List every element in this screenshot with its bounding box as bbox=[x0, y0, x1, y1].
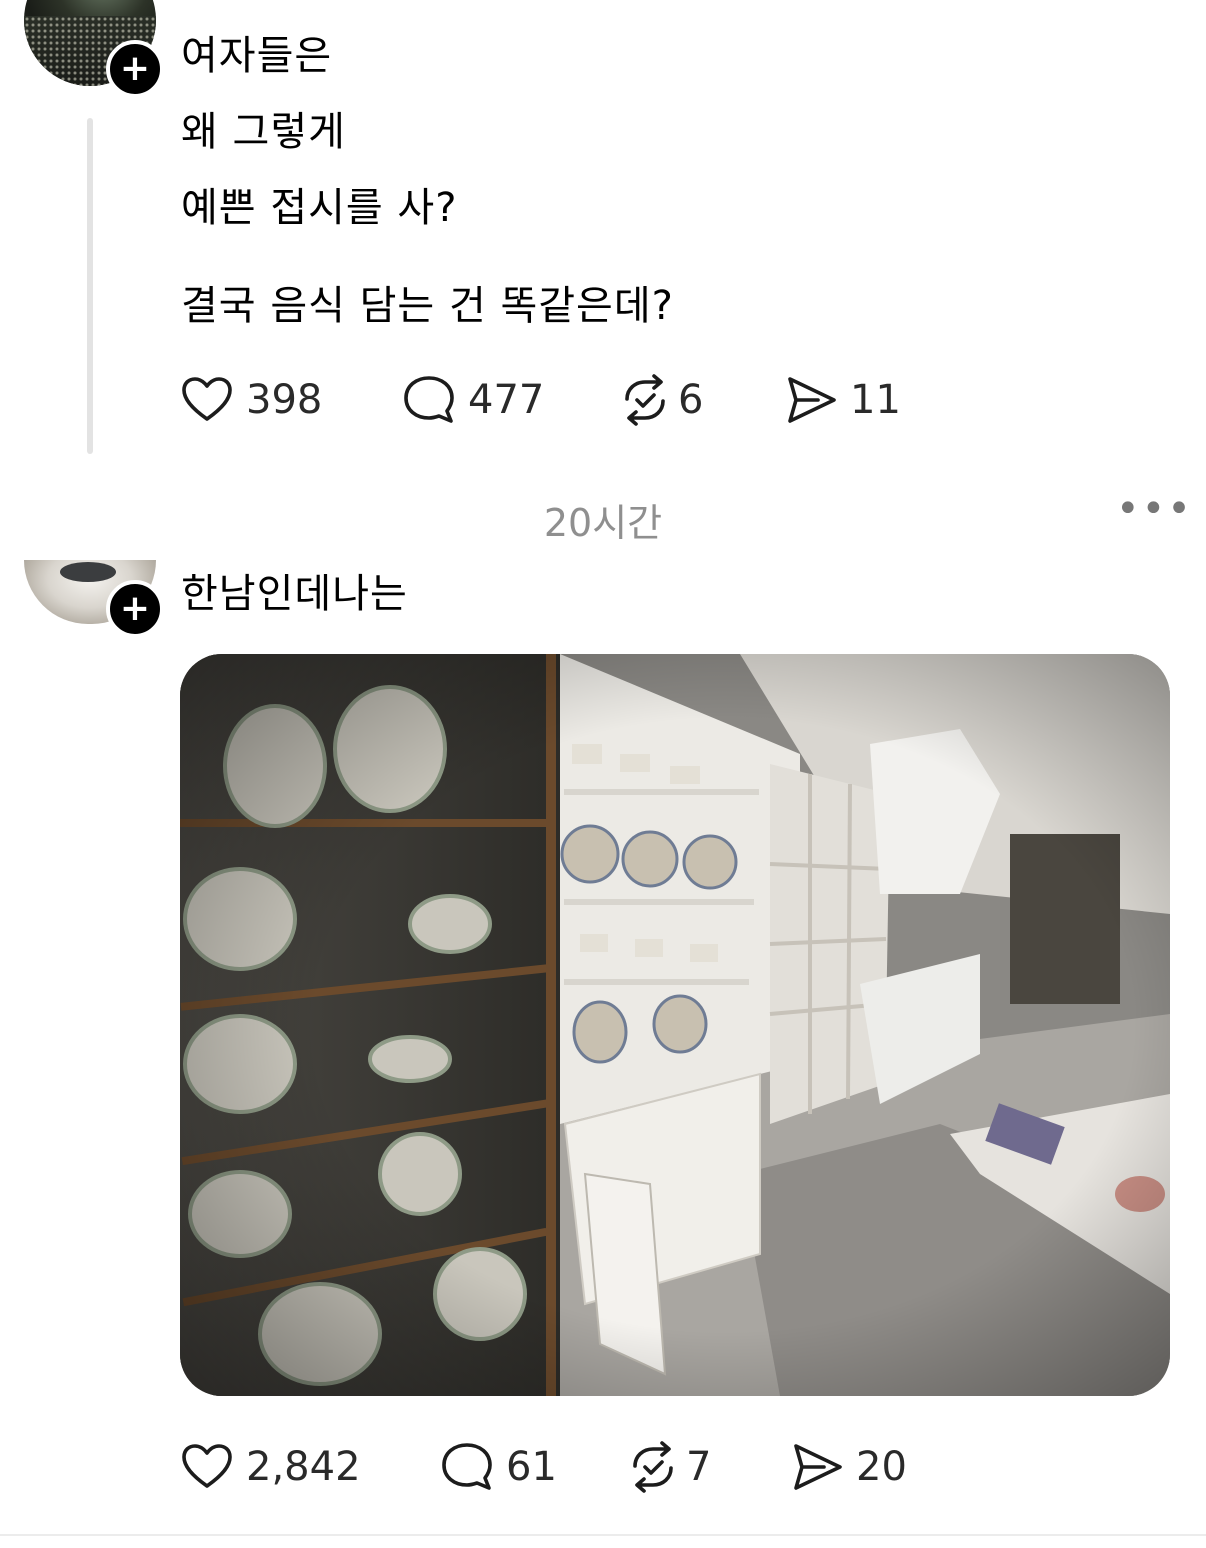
reply-count: 61 bbox=[506, 1444, 557, 1490]
thread-line bbox=[87, 118, 93, 454]
like-button[interactable]: 2,842 bbox=[180, 1440, 361, 1494]
reply-button[interactable]: 61 bbox=[440, 1440, 557, 1494]
reply-count: 477 bbox=[468, 377, 545, 423]
speech-bubble-icon bbox=[404, 376, 454, 423]
post-text: 한남인데나는 bbox=[181, 571, 408, 617]
more-options-icon[interactable]: ••• bbox=[1116, 489, 1193, 529]
post-1: + 여자들은 왜 그렇게 예쁜 접시를 사? 결국 음식 담는 건 똑같은데? … bbox=[0, 0, 1206, 470]
china-cabinet-photo bbox=[180, 654, 1170, 1396]
post-text-line-3: 예쁜 접시를 사? bbox=[181, 185, 458, 231]
share-button[interactable]: 11 bbox=[784, 373, 901, 427]
send-icon bbox=[788, 377, 836, 423]
follow-plus-icon[interactable]: + bbox=[106, 580, 164, 638]
timestamp: 20시간 bbox=[543, 501, 663, 545]
post-text-line-4: 결국 음식 담는 건 똑같은데? bbox=[181, 283, 674, 329]
avatar[interactable] bbox=[24, 560, 156, 624]
divider bbox=[0, 1534, 1206, 1536]
like-button[interactable]: 398 bbox=[180, 373, 322, 427]
post-text-line-2: 왜 그렇게 bbox=[181, 109, 346, 155]
repost-icon bbox=[625, 374, 665, 426]
share-count: 11 bbox=[850, 377, 901, 423]
repost-count: 6 bbox=[678, 377, 704, 423]
heart-icon bbox=[182, 1444, 232, 1488]
speech-bubble-icon bbox=[442, 1443, 492, 1490]
like-count: 2,842 bbox=[246, 1444, 361, 1490]
post-photo[interactable] bbox=[180, 654, 1170, 1396]
reply-button[interactable]: 477 bbox=[402, 373, 544, 427]
repost-icon bbox=[633, 1441, 673, 1493]
like-count: 398 bbox=[246, 377, 323, 423]
repost-count: 7 bbox=[686, 1444, 712, 1490]
share-button[interactable]: 20 bbox=[790, 1440, 907, 1494]
post-text-line-1: 여자들은 bbox=[181, 33, 333, 79]
heart-icon bbox=[182, 377, 232, 421]
share-count: 20 bbox=[856, 1444, 907, 1490]
repost-button[interactable]: 6 bbox=[618, 373, 703, 427]
send-icon bbox=[794, 1444, 842, 1490]
follow-plus-icon[interactable]: + bbox=[106, 40, 164, 98]
repost-button[interactable]: 7 bbox=[626, 1440, 711, 1494]
